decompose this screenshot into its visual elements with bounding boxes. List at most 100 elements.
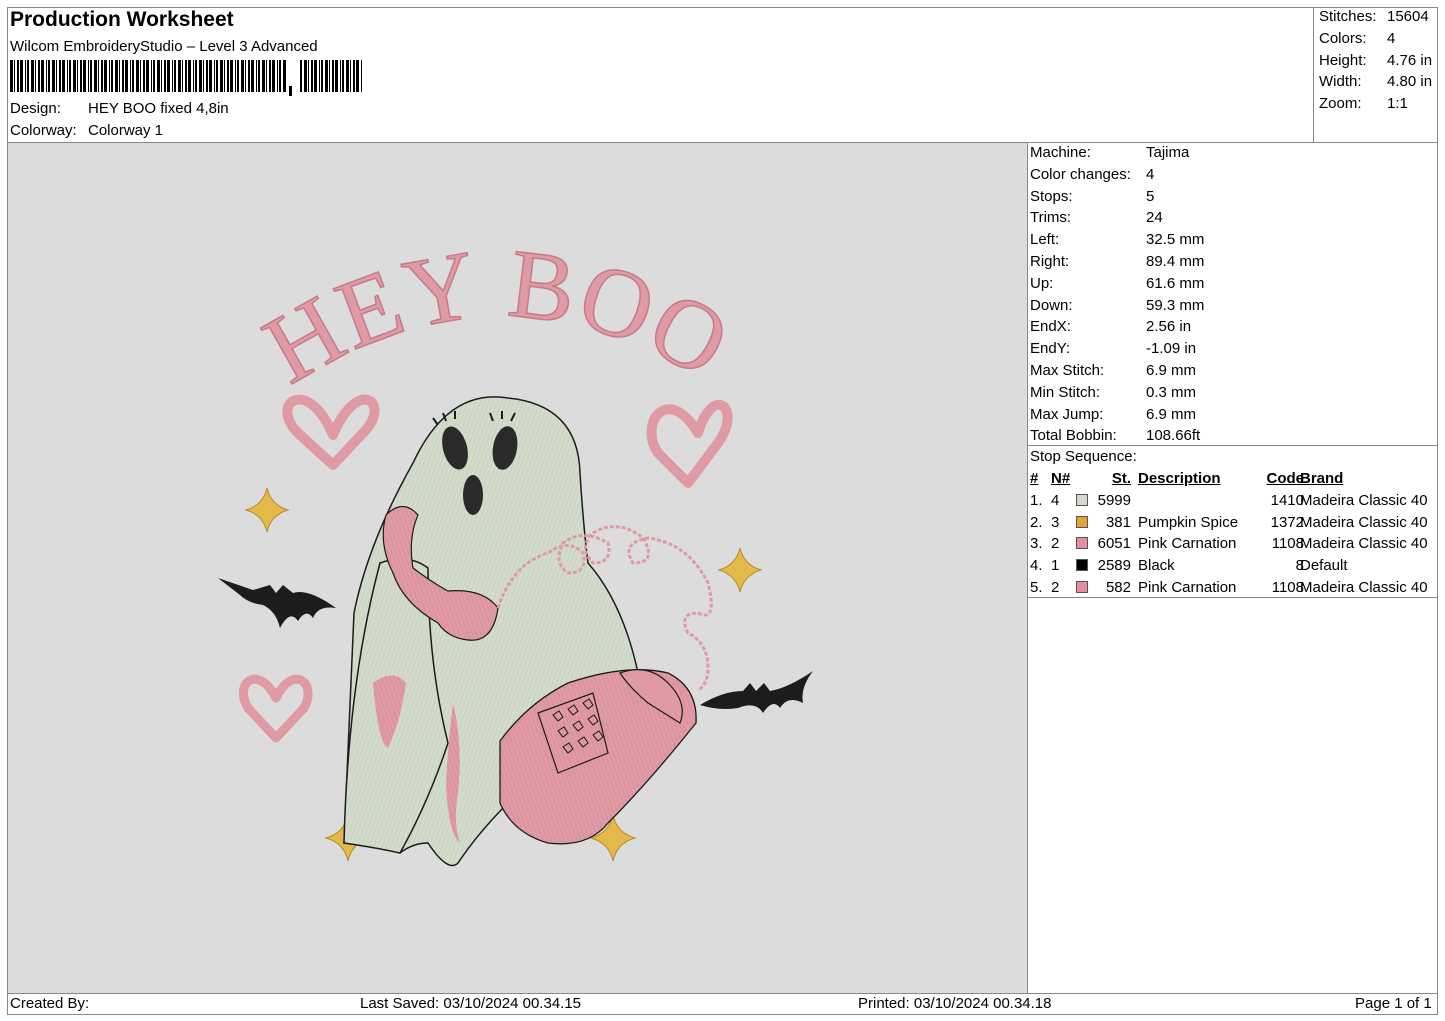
info-label: Left: bbox=[1030, 231, 1060, 249]
stat-zoom: Zoom: 1:1 bbox=[1319, 95, 1408, 113]
info-value: -1.09 in bbox=[1146, 340, 1197, 358]
info-value: 61.6 mm bbox=[1146, 274, 1205, 292]
color-swatch bbox=[1076, 493, 1088, 506]
barcode bbox=[10, 60, 362, 96]
info-row: Max Stitch: 6.9 mm bbox=[1030, 360, 1204, 382]
info-label: Min Stitch: bbox=[1030, 383, 1101, 401]
info-row: Machine: Tajima bbox=[1030, 142, 1204, 164]
divider bbox=[7, 993, 1438, 994]
table-row: 4. 1 2589 Black 8 Default bbox=[1028, 555, 1438, 577]
hey-boo-text: HEY BOO bbox=[247, 230, 747, 405]
row-description: Pumpkin Spice bbox=[1138, 513, 1239, 531]
info-value: 89.4 mm bbox=[1146, 252, 1205, 270]
stop-sequence-title: Stop Sequence: bbox=[1030, 448, 1137, 465]
info-label: EndY: bbox=[1030, 340, 1071, 358]
info-value: 24 bbox=[1146, 209, 1163, 227]
header-stitches: St. bbox=[1111, 470, 1131, 487]
design-row: Design: HEY BOO fixed 4,8in bbox=[10, 100, 229, 117]
stat-colors: Colors: 4 bbox=[1319, 29, 1396, 47]
info-value: 6.9 mm bbox=[1146, 405, 1197, 423]
row-code: 1372 bbox=[1270, 513, 1304, 531]
info-label: Trims: bbox=[1030, 209, 1072, 227]
created-by: Created By: bbox=[10, 995, 90, 1012]
info-value: 0.3 mm bbox=[1146, 383, 1197, 401]
info-label: Total Bobbin: bbox=[1030, 427, 1117, 445]
info-row: Up: 61.6 mm bbox=[1030, 273, 1204, 295]
row-num: 3. bbox=[1030, 535, 1043, 553]
header-code: Code bbox=[1266, 470, 1305, 487]
printed-date: Printed: 03/10/2024 00.34.18 bbox=[858, 995, 1052, 1012]
info-row: Max Jump: 6.9 mm bbox=[1030, 404, 1204, 426]
row-num: 5. bbox=[1030, 578, 1043, 596]
info-label: Max Stitch: bbox=[1030, 361, 1105, 379]
info-label: Right: bbox=[1030, 252, 1070, 270]
info-value: 2.56 in bbox=[1146, 318, 1192, 336]
bat-icon bbox=[218, 578, 336, 628]
color-swatch bbox=[1076, 515, 1088, 528]
colorway-label: Colorway: bbox=[10, 122, 77, 139]
row-stitches: 6051 bbox=[1097, 535, 1131, 553]
row-description: Pink Carnation bbox=[1138, 578, 1237, 596]
info-row: Trims: 24 bbox=[1030, 207, 1204, 229]
row-brand: Madeira Classic 40 bbox=[1300, 535, 1428, 553]
heart-icon bbox=[239, 674, 313, 743]
info-value: 6.9 mm bbox=[1146, 361, 1197, 379]
colorway-value: Colorway 1 bbox=[88, 122, 164, 139]
table-row: 2. 3 381 Pumpkin Spice 1372 Madeira Classic 4… bbox=[1028, 512, 1438, 534]
row-needle: 2 bbox=[1051, 578, 1060, 596]
design-stats: Stitches: 15604 Colors: 4 Height: 4.76 in W… bbox=[1319, 6, 1432, 115]
software-name: Wilcom EmbroideryStudio – Level 3 Advanc… bbox=[10, 38, 318, 55]
info-label: Color changes: bbox=[1030, 165, 1131, 183]
table-header: # N# St. Description Code Brand bbox=[1028, 468, 1438, 490]
info-value: 32.5 mm bbox=[1146, 231, 1205, 249]
stat-width: Width: 4.80 in bbox=[1319, 73, 1433, 91]
row-needle: 2 bbox=[1051, 535, 1060, 553]
row-num: 4. bbox=[1030, 557, 1043, 575]
color-swatch bbox=[1076, 580, 1088, 593]
info-label: EndX: bbox=[1030, 318, 1071, 336]
row-needle: 1 bbox=[1051, 557, 1060, 575]
machine-info: Machine: Tajima Color changes: 4 Stops: 5 Trim… bbox=[1030, 142, 1204, 447]
info-row: Left: 32.5 mm bbox=[1030, 229, 1204, 251]
row-stitches: 582 bbox=[1105, 578, 1131, 596]
embroidery-design: HEY BOO bbox=[218, 229, 813, 867]
design-label: Design: bbox=[10, 100, 61, 117]
info-value: 108.66ft bbox=[1146, 427, 1201, 445]
stop-sequence-table: # N# St. Description Code Brand 1. 4 5999 1… bbox=[1028, 468, 1438, 599]
page-number: Page 1 of 1 bbox=[1355, 995, 1432, 1012]
info-value: 4 bbox=[1146, 165, 1155, 183]
row-brand: Default bbox=[1300, 557, 1348, 575]
row-description: Black bbox=[1138, 557, 1175, 575]
header-brand: Brand bbox=[1300, 470, 1344, 487]
divider bbox=[1027, 597, 1438, 598]
sparkle-icon bbox=[717, 547, 763, 593]
row-brand: Madeira Classic 40 bbox=[1300, 491, 1428, 509]
color-swatch bbox=[1076, 559, 1088, 572]
page-title: Production Worksheet bbox=[10, 8, 234, 31]
info-value: 59.3 mm bbox=[1146, 296, 1205, 314]
row-stitches: 2589 bbox=[1097, 557, 1131, 575]
last-saved: Last Saved: 03/10/2024 00.34.15 bbox=[360, 995, 582, 1012]
info-row: EndX: 2.56 in bbox=[1030, 316, 1204, 338]
header-needle: N# bbox=[1051, 470, 1071, 487]
row-num: 1. bbox=[1030, 491, 1043, 509]
table-row: 5. 2 582 Pink Carnation 1108 Madeira Classic … bbox=[1028, 577, 1438, 599]
divider bbox=[1313, 7, 1314, 143]
info-row: Min Stitch: 0.3 mm bbox=[1030, 382, 1204, 404]
info-label: Down: bbox=[1030, 296, 1073, 314]
row-code: 1410 bbox=[1270, 491, 1304, 509]
colorway-row: Colorway: Colorway 1 bbox=[10, 122, 163, 139]
stat-stitches: Stitches: 15604 bbox=[1319, 8, 1429, 25]
info-value: 5 bbox=[1146, 187, 1155, 205]
row-stitches: 381 bbox=[1105, 513, 1131, 531]
design-preview: HEY BOO bbox=[8, 143, 1027, 993]
design-value: HEY BOO fixed 4,8in bbox=[88, 100, 229, 117]
info-row: Total Bobbin: 108.66ft bbox=[1030, 425, 1204, 447]
header-num: # bbox=[1030, 470, 1039, 487]
row-num: 2. bbox=[1030, 513, 1043, 531]
info-label: Stops: bbox=[1030, 187, 1073, 205]
row-needle: 4 bbox=[1051, 491, 1060, 509]
table-row: 1. 4 5999 1410 Madeira Classic 40 bbox=[1028, 490, 1438, 512]
info-row: Color changes: 4 bbox=[1030, 164, 1204, 186]
stat-height: Height: 4.76 in bbox=[1319, 51, 1433, 69]
